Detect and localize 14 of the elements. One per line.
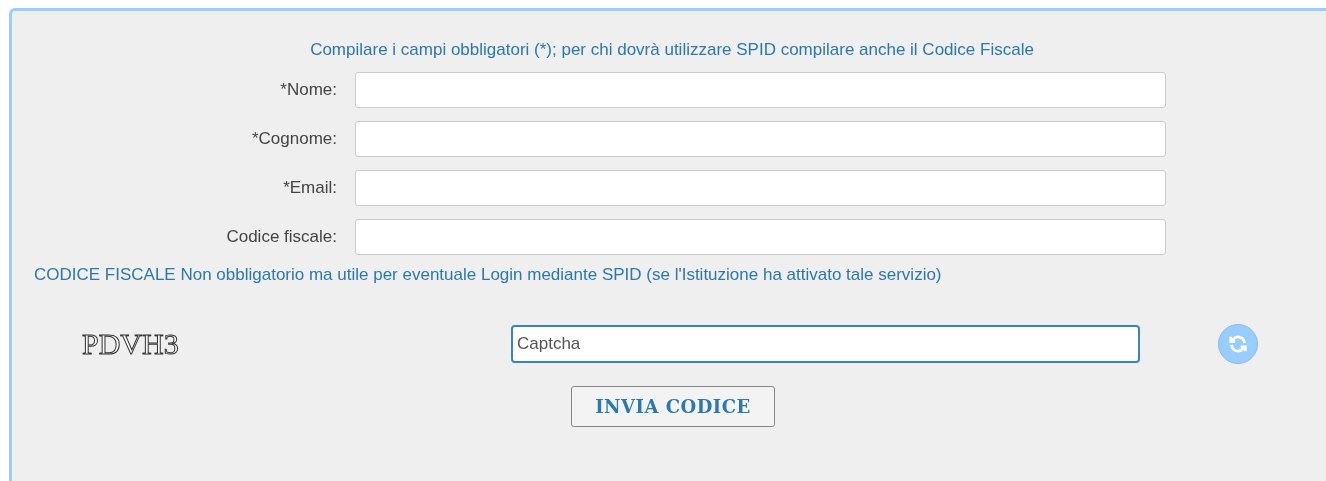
field-label: Codice fiscale: [225, 226, 338, 249]
codice-fiscale-note: CODICE FISCALE Non obbligatorio ma utile per eventuale Login mediante SPID (se l'Istituzione ha attivato tale servizio) [34, 264, 943, 286]
input-field[interactable] [355, 219, 1166, 255]
submit-button[interactable]: INVIA CODICE [571, 386, 775, 427]
input-field[interactable] [355, 170, 1166, 206]
captcha-field[interactable]: Captcha [511, 324, 1140, 363]
captcha-code: PDVH3 [82, 326, 180, 362]
refresh-icon[interactable] [1218, 323, 1258, 364]
input-field[interactable] [355, 72, 1166, 108]
instructions-text: Compilare i campi obbligatori (*); per chi dovrà utilizzare SPID compilare anche il Codice Fiscale [309, 39, 1035, 61]
field-label: *Cognome: [250, 128, 338, 151]
field-label: *Email: [282, 177, 338, 200]
input-field[interactable] [355, 121, 1166, 157]
field-label: *Nome: [279, 79, 338, 102]
